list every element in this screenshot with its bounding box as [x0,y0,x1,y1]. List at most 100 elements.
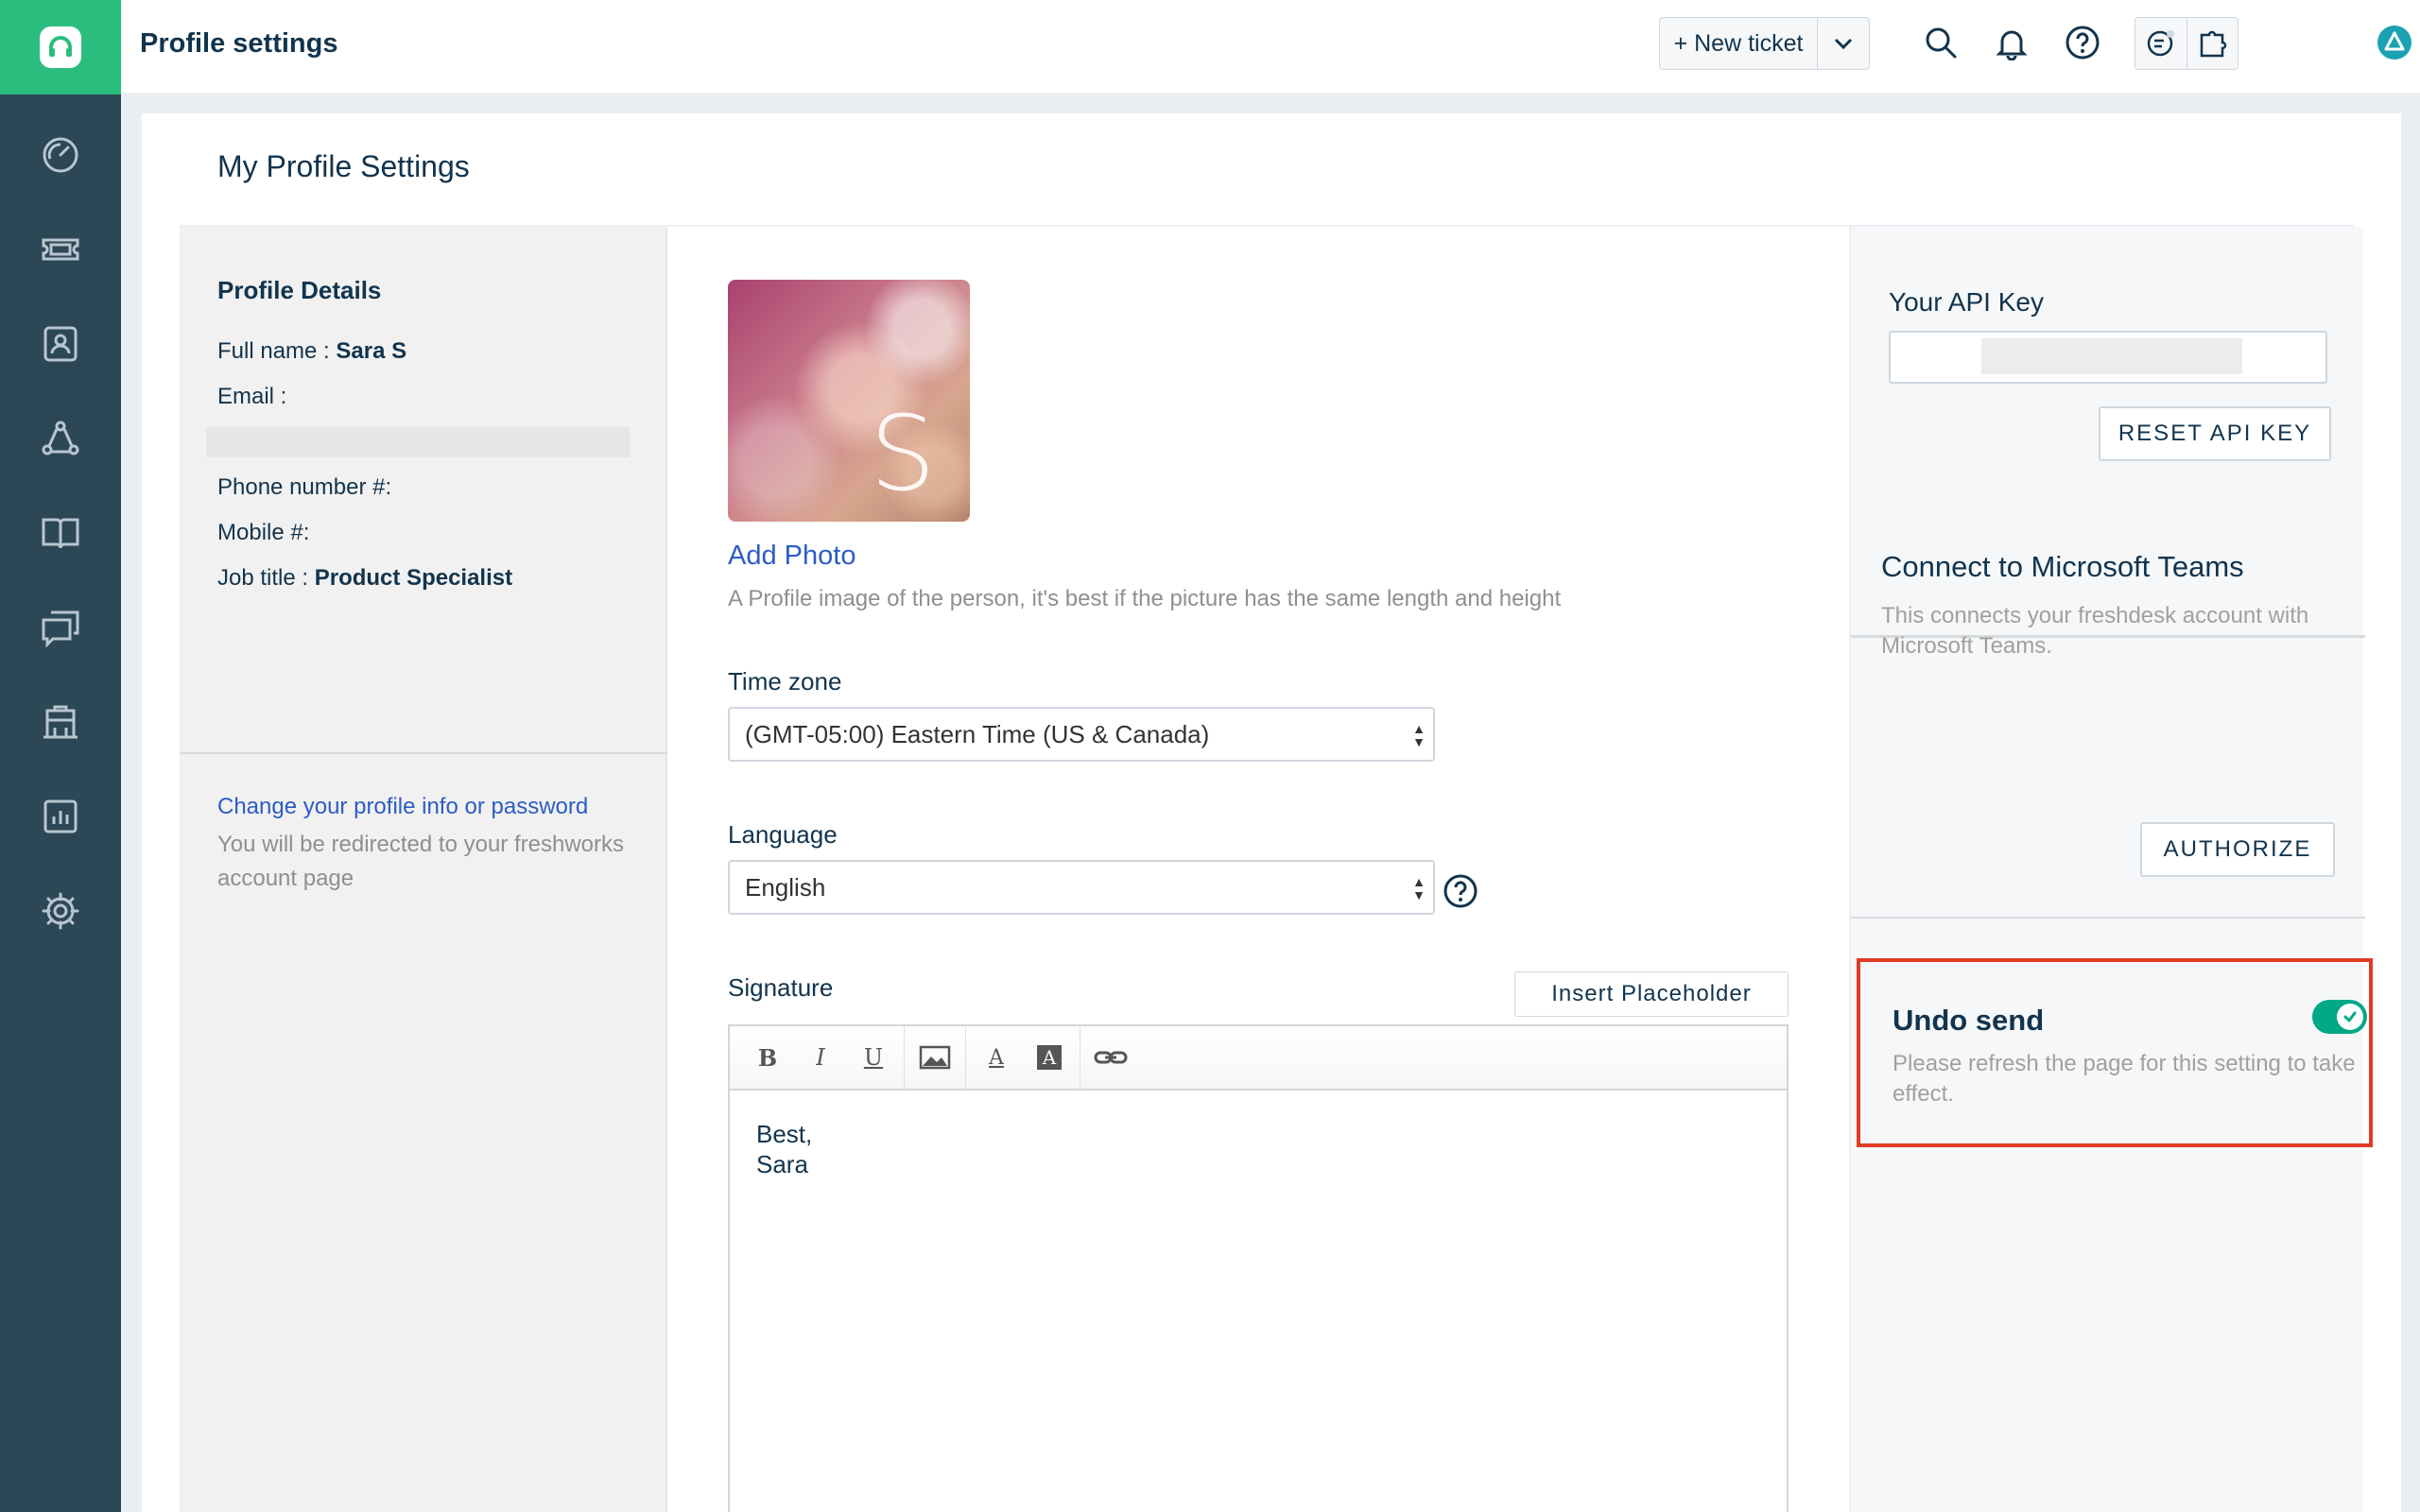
chevron-down-icon [1834,38,1853,50]
undo-send-card: Undo send Please refresh the page for th… [1857,958,2373,1147]
redirect-note: You will be redirected to your freshwork… [217,832,624,891]
nav-tickets[interactable] [0,202,121,297]
puzzle-icon [2201,30,2227,58]
job-title-value: Product Specialist [314,565,513,591]
profile-photo[interactable]: S [728,280,970,522]
page-title: Profile settings [140,28,338,59]
time-zone-select[interactable]: (GMT-05:00) Eastern Time (US & Canada) ▲… [728,707,1435,762]
ticket-icon [42,238,79,261]
undo-send-title: Undo send [1893,1004,2045,1037]
new-ticket-button[interactable]: + New ticket [1659,17,1818,70]
teams-description: This connects your freshdesk account wit… [1881,603,2309,659]
reports-icon [43,799,78,833]
headset-logo-icon [40,26,81,68]
nav-contacts[interactable] [0,297,121,391]
italic-button[interactable]: I [794,1025,847,1090]
check-icon [2343,1011,2357,1022]
nav-dashboard[interactable] [0,108,121,202]
insert-link-button[interactable] [1084,1025,1137,1090]
reset-api-key-button[interactable]: RESET API KEY [2099,406,2331,461]
apps-button-group [2135,17,2238,70]
bell-icon [1996,30,2028,60]
toggle-knob [2337,1004,2363,1030]
bg-color-glyph: A [1037,1045,1062,1070]
teams-title: Connect to Microsoft Teams [1881,550,2244,583]
chat-bubble-icon [2147,30,2174,57]
nav-admin[interactable] [0,864,121,958]
top-bar: Profile settings + New ticket S [121,0,2420,93]
signature-line: Sara [756,1150,808,1178]
chat-apps-button[interactable] [2135,18,2187,69]
image-icon [919,1045,951,1070]
change-profile-link[interactable]: Change your profile info or password [217,794,588,820]
panel-title: My Profile Settings [217,149,470,183]
integrations-button[interactable] [2186,18,2238,69]
api-key-field[interactable] [1889,331,2327,384]
chat-icon [42,610,79,648]
help-button[interactable] [2061,21,2104,64]
full-name-row: Full name : Sara S [217,338,406,365]
nav-reports[interactable] [0,769,121,864]
select-arrows-icon: ▲ ▼ [1412,874,1426,902]
search-button[interactable] [1919,21,1962,64]
signature-editor[interactable]: B I U A A Best, Sara [728,1024,1789,1512]
editor-toolbar: B I U A A [730,1025,1787,1091]
contact-icon [43,326,78,362]
nav-forums[interactable] [0,580,121,675]
signature-line: Best, [756,1120,813,1148]
language-value: English [745,872,826,902]
search-icon [1926,27,1957,59]
insert-image-button[interactable] [908,1025,961,1090]
profile-settings-panel: My Profile Settings Profile Details Full… [142,113,2401,1512]
building-icon [43,705,78,739]
time-zone-label: Time zone [728,667,842,696]
photo-initial: S [870,393,936,514]
time-zone-value: (GMT-05:00) Eastern Time (US & Canada) [745,719,1210,748]
divider [180,752,667,754]
font-color-button[interactable]: A [970,1025,1023,1090]
authorize-button[interactable]: AUTHORIZE [2140,822,2335,877]
bold-button[interactable]: B [741,1025,794,1090]
freshdesk-logo[interactable] [0,0,121,94]
insert-placeholder-button[interactable]: Insert Placeholder [1514,971,1789,1017]
email-label: Email : [217,384,287,409]
phone-label: Phone number #: [217,474,392,500]
divider [1851,917,2365,919]
sidebar [0,0,121,1512]
language-select[interactable]: English ▲ ▼ [728,860,1435,915]
profile-details-heading: Profile Details [217,276,382,304]
new-ticket-dropdown[interactable] [1817,17,1870,70]
language-help-icon[interactable] [1443,873,1478,909]
book-icon [42,518,79,549]
nav-solutions[interactable] [0,486,121,580]
right-settings-column: Your API Key RESET API KEY Connect to Mi… [1849,227,2373,1512]
toolbar-separator [965,1025,966,1090]
undo-send-toggle[interactable] [2312,1000,2367,1034]
help-icon [2066,26,2100,60]
photo-hint: A Profile image of the person, it's best… [728,586,1562,611]
full-name-label: Full name : [217,338,330,364]
underline-button[interactable]: U [847,1025,900,1090]
job-title-row: Job title : Product Specialist [217,565,512,592]
api-key-title: Your API Key [1889,287,2044,317]
background-color-button[interactable]: A [1023,1025,1076,1090]
groups-icon [42,421,79,455]
signature-content[interactable]: Best, Sara [756,1119,812,1179]
nav-freshchat[interactable] [0,675,121,769]
select-arrows-icon: ▲ ▼ [1412,721,1426,749]
gear-icon [42,892,79,930]
email-value-redacted [206,427,630,457]
add-photo-link[interactable]: Add Photo [728,541,856,572]
job-title-label: Job title : [217,565,309,591]
mobile-label: Mobile #: [217,520,310,545]
freshworks-switcher[interactable] [2373,21,2416,64]
freshworks-icon [2377,26,2411,60]
notifications-button[interactable] [1990,21,2033,64]
language-label: Language [728,820,838,849]
profile-details-column: Profile Details Full name : Sara S Email… [180,227,667,1512]
signature-label: Signature [728,973,834,1002]
nav-groups[interactable] [0,391,121,486]
dashboard-icon [43,137,78,173]
api-key-redacted [1981,338,2242,374]
full-name-value: Sara S [336,338,407,364]
